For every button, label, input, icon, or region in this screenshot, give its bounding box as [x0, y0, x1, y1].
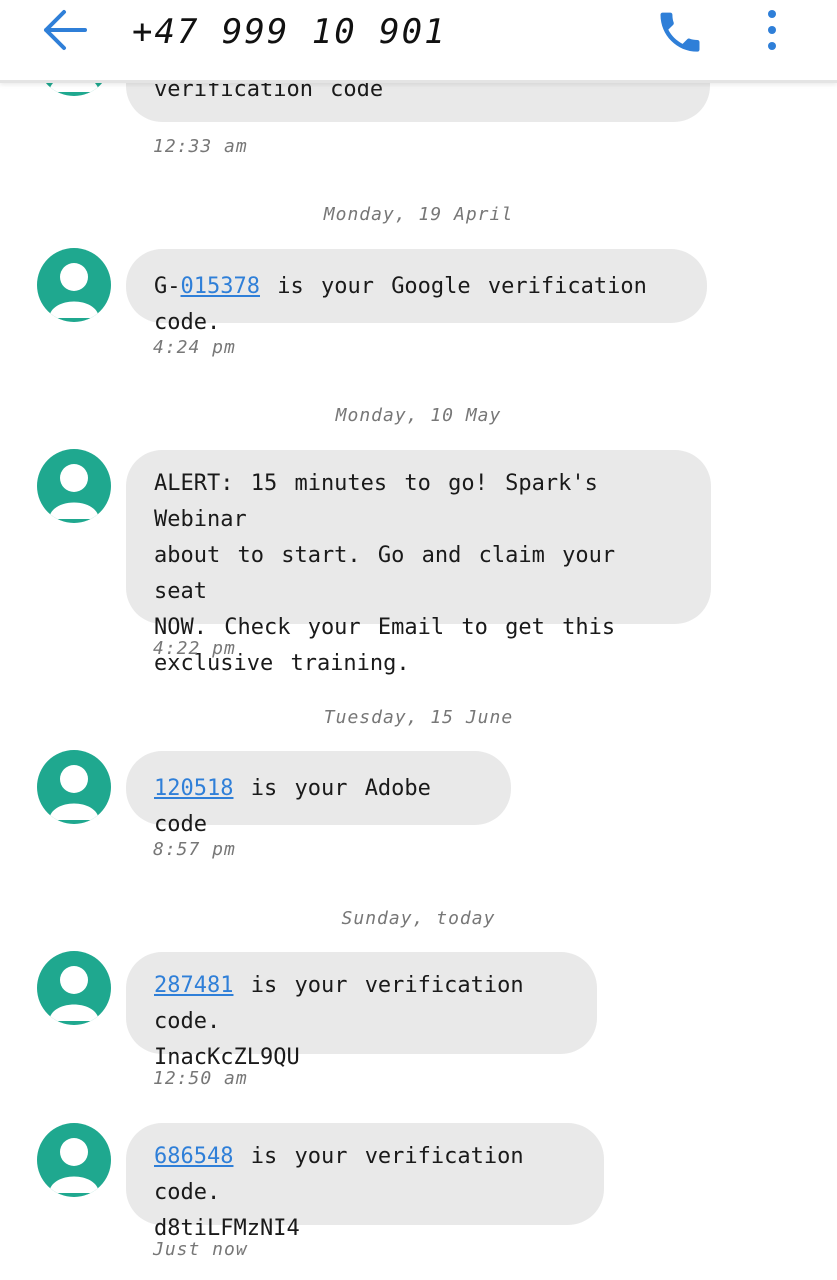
call-button[interactable]	[652, 4, 708, 56]
message-bubble[interactable]: 686548 is your verification code. d8tiLF…	[126, 1123, 604, 1241]
more-vertical-icon	[768, 10, 776, 50]
arrow-left-icon	[44, 10, 87, 50]
message-time: Just now	[153, 1239, 248, 1260]
message-bubble[interactable]: G-015378 is your Google verification cod…	[126, 249, 707, 335]
code-link[interactable]: 686548	[154, 1144, 233, 1169]
message-time: 12:33 am	[153, 136, 248, 157]
app-bar: +47 999 10 901	[0, 0, 837, 83]
avatar	[37, 750, 111, 824]
avatar	[37, 449, 111, 523]
code-link[interactable]: 120518	[154, 776, 233, 801]
message-text-line: ALERT: 15 minutes to go! Spark's Webinar	[154, 471, 598, 532]
message-bubble[interactable]: 287481 is your verification code. InacKc…	[126, 952, 597, 1070]
phone-icon	[660, 12, 700, 52]
message-bubble[interactable]: 120518 is your Adobe code	[126, 751, 511, 837]
message-time: 8:57 pm	[153, 839, 236, 860]
message-text-line: about to start. Go and claim your seat	[154, 543, 616, 604]
avatar	[37, 951, 111, 1025]
more-options-button[interactable]	[752, 4, 792, 56]
message-text: 120518 is your Adobe code	[154, 776, 431, 837]
avatar	[37, 1123, 111, 1197]
message-bubble[interactable]: ALERT: 15 minutes to go! Spark's Webinar…	[126, 450, 711, 676]
code-link[interactable]: 015378	[181, 274, 260, 299]
date-separator: Sunday, today	[341, 908, 496, 929]
date-separator: Monday, 10 May	[335, 405, 502, 426]
message-time: 4:22 pm	[153, 638, 236, 659]
contact-title: +47 999 10 901	[132, 12, 447, 52]
date-separator: Tuesday, 15 June	[323, 707, 514, 728]
message-thread[interactable]: verification code 12:33 am Monday, 19 Ap…	[0, 0, 837, 1280]
avatar	[37, 248, 111, 322]
message-text: 287481 is your verification code.	[154, 973, 524, 1034]
date-separator: Monday, 19 April	[323, 204, 514, 225]
message-text: 686548 is your verification code.	[154, 1144, 524, 1205]
message-time: 12:50 am	[153, 1068, 248, 1089]
back-button[interactable]	[38, 6, 90, 54]
message-time: 4:24 pm	[153, 337, 236, 358]
message-text: G-015378 is your Google verification cod…	[154, 274, 647, 335]
code-link[interactable]: 287481	[154, 973, 233, 998]
